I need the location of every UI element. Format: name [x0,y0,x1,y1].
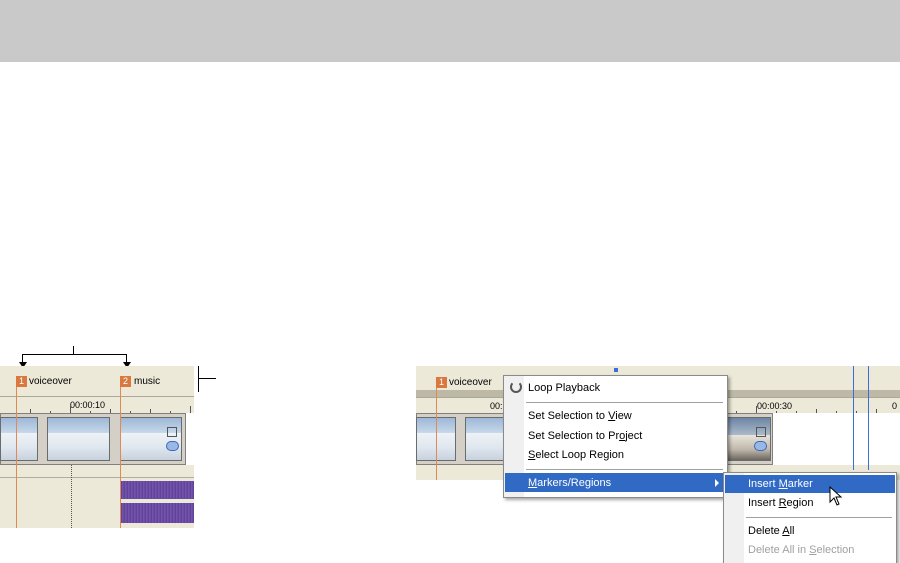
menu-separator [746,517,892,518]
menu-item-accelerator: M [778,478,788,490]
ruler-timecode: 00:00:30 [757,401,793,411]
menu-item-insert-region[interactable]: Insert Region [748,497,813,509]
ruler-timecode: 00: [490,401,503,411]
menu-item-accelerator: A [782,525,790,537]
menu-item-accelerator: S [809,544,817,556]
menu-item-label: Delete [748,525,783,537]
menu-separator [526,469,723,470]
menu-item-label: ject [625,430,643,442]
annotation-bracket-stem [73,346,74,354]
menu-item-label: iew [615,410,632,422]
marker-flag[interactable]: 1 [16,376,27,387]
crop-icon[interactable] [167,427,177,437]
video-thumbnail [47,417,110,461]
context-menu: Loop Playback Set Selection to View Set … [503,375,728,498]
menu-item-label: Set Selection to Pr [528,430,620,442]
menu-item-accelerator: R [778,497,787,509]
marker-label: music [134,376,161,387]
audio-waveform [121,503,194,523]
ruler-timecode: 0 [892,401,898,411]
time-ruler[interactable]: 00:00:10 [0,396,194,414]
markers-regions-submenu: Insert Marker Insert Region Delete All D… [723,472,897,563]
menu-item-label: Insert [748,497,779,509]
crop-icon[interactable] [756,427,766,437]
menu-item-label: elect Loop Region [535,449,625,461]
menu-item-insert-marker[interactable]: Insert Marker [748,478,813,490]
menu-item-label: ll [789,525,795,537]
menu-item-label: Set Selection to [528,410,609,422]
pan-crop-icon[interactable] [166,441,179,451]
annotation-bracket [22,354,126,355]
marker-line [16,387,17,528]
menu-item-label: egion [786,497,814,509]
header-band [0,0,900,62]
marker-flag[interactable]: 2 [120,376,131,387]
video-thumbnail [120,417,182,461]
pan-crop-icon[interactable] [754,441,767,451]
left-timeline: 1 voiceover 2 music 00:00:10 [0,346,194,528]
mouse-cursor-icon [829,486,843,506]
marker-line [120,387,121,528]
submenu-arrow-icon [715,479,719,487]
ruler-timecode: 00:00:10 [70,400,106,410]
menu-item-label: Loop Playback [528,382,601,394]
video-thumbnail [465,417,507,461]
menu-item-delete-all[interactable]: Delete All [748,525,794,537]
menu-item-label: election [816,544,855,556]
track-divider [0,477,194,478]
playhead-line [868,366,869,470]
menu-item-set-selection-to-project[interactable]: Set Selection to Project [528,430,642,442]
video-thumbnail [0,417,38,461]
video-track[interactable] [0,413,194,465]
video-thumbnail [726,417,771,461]
audio-track[interactable] [0,465,194,528]
menu-item-set-selection-to-view[interactable]: Set Selection to View [528,410,632,422]
audio-waveform [121,481,194,499]
menu-item-label: arker [787,478,813,490]
marker-line [436,388,437,480]
menu-item-label: Delete All in [748,544,810,556]
callout-line [198,378,216,379]
marker-flag[interactable]: 1 [436,377,447,388]
loop-playback-icon [510,381,522,393]
menu-item-accelerator: M [528,477,538,489]
menu-item-label: Insert [748,478,779,490]
cursor-position-marker [614,368,618,372]
menu-item-loop-playback[interactable]: Loop Playback [528,382,600,394]
playhead-line [853,366,854,470]
marker-label: voiceover [29,376,72,387]
menu-item-delete-all-in-selection: Delete All in Selection [748,544,854,556]
marker-label: voiceover [449,377,492,388]
menu-item-select-loop-region[interactable]: Select Loop Region [528,449,624,461]
menu-separator [526,402,723,403]
menu-item-label: arkers/Regions [537,477,612,489]
callout-line [198,366,199,392]
dotted-guide [71,465,73,528]
menu-item-markers-regions[interactable]: Markers/Regions [528,477,611,489]
